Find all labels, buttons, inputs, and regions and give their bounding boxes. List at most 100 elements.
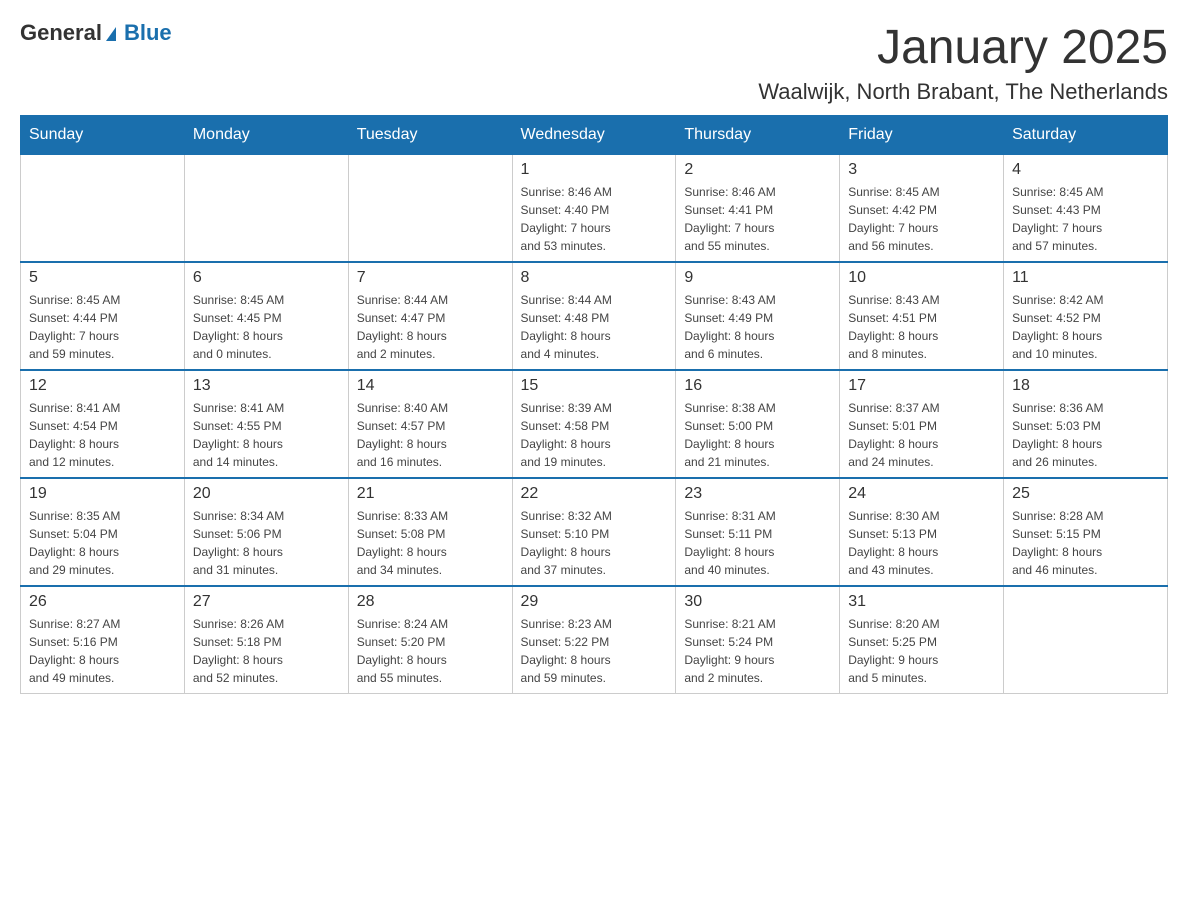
calendar-week-row: 19 Sunrise: 8:35 AM Sunset: 5:04 PM Dayli… — [21, 478, 1168, 586]
day-number: 18 — [1012, 377, 1159, 395]
weekday-header: Sunday — [21, 116, 185, 155]
calendar-cell: 21 Sunrise: 8:33 AM Sunset: 5:08 PM Dayli… — [348, 478, 512, 586]
day-info: Sunrise: 8:45 AM Sunset: 4:42 PM Dayligh… — [848, 183, 995, 255]
calendar-week-row: 26 Sunrise: 8:27 AM Sunset: 5:16 PM Dayli… — [21, 586, 1168, 694]
weekday-header: Friday — [840, 116, 1004, 155]
calendar-cell: 26 Sunrise: 8:27 AM Sunset: 5:16 PM Dayli… — [21, 586, 185, 694]
weekday-header: Thursday — [676, 116, 840, 155]
day-number: 7 — [357, 269, 504, 287]
calendar-cell: 10 Sunrise: 8:43 AM Sunset: 4:51 PM Dayli… — [840, 262, 1004, 370]
calendar-cell: 29 Sunrise: 8:23 AM Sunset: 5:22 PM Dayli… — [512, 586, 676, 694]
day-info: Sunrise: 8:45 AM Sunset: 4:44 PM Dayligh… — [29, 291, 176, 363]
day-info: Sunrise: 8:27 AM Sunset: 5:16 PM Dayligh… — [29, 615, 176, 687]
day-info: Sunrise: 8:43 AM Sunset: 4:49 PM Dayligh… — [684, 291, 831, 363]
day-info: Sunrise: 8:46 AM Sunset: 4:40 PM Dayligh… — [521, 183, 668, 255]
day-number: 29 — [521, 593, 668, 611]
calendar-cell: 20 Sunrise: 8:34 AM Sunset: 5:06 PM Dayli… — [184, 478, 348, 586]
calendar-cell — [1004, 586, 1168, 694]
calendar-week-row: 5 Sunrise: 8:45 AM Sunset: 4:44 PM Daylig… — [21, 262, 1168, 370]
day-number: 28 — [357, 593, 504, 611]
logo-blue-text: Blue — [124, 20, 172, 46]
day-info: Sunrise: 8:36 AM Sunset: 5:03 PM Dayligh… — [1012, 399, 1159, 471]
calendar-cell — [184, 155, 348, 263]
day-number: 8 — [521, 269, 668, 287]
day-number: 5 — [29, 269, 176, 287]
day-info: Sunrise: 8:35 AM Sunset: 5:04 PM Dayligh… — [29, 507, 176, 579]
calendar-week-row: 12 Sunrise: 8:41 AM Sunset: 4:54 PM Dayli… — [21, 370, 1168, 478]
calendar-cell: 6 Sunrise: 8:45 AM Sunset: 4:45 PM Daylig… — [184, 262, 348, 370]
weekday-header: Tuesday — [348, 116, 512, 155]
day-number: 14 — [357, 377, 504, 395]
day-number: 1 — [521, 161, 668, 179]
day-number: 4 — [1012, 161, 1159, 179]
day-info: Sunrise: 8:45 AM Sunset: 4:45 PM Dayligh… — [193, 291, 340, 363]
calendar-cell: 16 Sunrise: 8:38 AM Sunset: 5:00 PM Dayli… — [676, 370, 840, 478]
day-info: Sunrise: 8:39 AM Sunset: 4:58 PM Dayligh… — [521, 399, 668, 471]
day-info: Sunrise: 8:23 AM Sunset: 5:22 PM Dayligh… — [521, 615, 668, 687]
day-info: Sunrise: 8:42 AM Sunset: 4:52 PM Dayligh… — [1012, 291, 1159, 363]
calendar-cell: 25 Sunrise: 8:28 AM Sunset: 5:15 PM Dayli… — [1004, 478, 1168, 586]
calendar-cell — [21, 155, 185, 263]
calendar-cell: 14 Sunrise: 8:40 AM Sunset: 4:57 PM Dayli… — [348, 370, 512, 478]
logo-triangle-icon — [106, 27, 116, 41]
calendar-cell — [348, 155, 512, 263]
day-info: Sunrise: 8:24 AM Sunset: 5:20 PM Dayligh… — [357, 615, 504, 687]
title-section: January 2025 Waalwijk, North Brabant, Th… — [758, 20, 1168, 105]
logo: General Blue — [20, 20, 172, 46]
calendar-cell: 27Sunrise: 8:26 AM Sunset: 5:18 PM Dayli… — [184, 586, 348, 694]
calendar-cell: 9Sunrise: 8:43 AM Sunset: 4:49 PM Daylig… — [676, 262, 840, 370]
day-number: 13 — [193, 377, 340, 395]
day-number: 17 — [848, 377, 995, 395]
day-number: 23 — [684, 485, 831, 503]
calendar-cell: 8Sunrise: 8:44 AM Sunset: 4:48 PM Daylig… — [512, 262, 676, 370]
day-info: Sunrise: 8:40 AM Sunset: 4:57 PM Dayligh… — [357, 399, 504, 471]
day-info: Sunrise: 8:41 AM Sunset: 4:55 PM Dayligh… — [193, 399, 340, 471]
day-info: Sunrise: 8:38 AM Sunset: 5:00 PM Dayligh… — [684, 399, 831, 471]
day-number: 31 — [848, 593, 995, 611]
day-info: Sunrise: 8:45 AM Sunset: 4:43 PM Dayligh… — [1012, 183, 1159, 255]
calendar-cell: 5 Sunrise: 8:45 AM Sunset: 4:44 PM Daylig… — [21, 262, 185, 370]
calendar-cell: 31 Sunrise: 8:20 AM Sunset: 5:25 PM Dayli… — [840, 586, 1004, 694]
month-title: January 2025 — [758, 20, 1168, 75]
day-info: Sunrise: 8:43 AM Sunset: 4:51 PM Dayligh… — [848, 291, 995, 363]
day-number: 16 — [684, 377, 831, 395]
calendar-cell: 18 Sunrise: 8:36 AM Sunset: 5:03 PM Dayli… — [1004, 370, 1168, 478]
weekday-header: Saturday — [1004, 116, 1168, 155]
day-info: Sunrise: 8:32 AM Sunset: 5:10 PM Dayligh… — [521, 507, 668, 579]
logo-general-text: General — [20, 20, 102, 46]
calendar-cell: 3 Sunrise: 8:45 AM Sunset: 4:42 PM Daylig… — [840, 155, 1004, 263]
day-number: 25 — [1012, 485, 1159, 503]
day-info: Sunrise: 8:31 AM Sunset: 5:11 PM Dayligh… — [684, 507, 831, 579]
day-number: 26 — [29, 593, 176, 611]
day-number: 20 — [193, 485, 340, 503]
weekday-header: Monday — [184, 116, 348, 155]
day-number: 19 — [29, 485, 176, 503]
calendar-cell: 24Sunrise: 8:30 AM Sunset: 5:13 PM Dayli… — [840, 478, 1004, 586]
calendar-cell: 15 Sunrise: 8:39 AM Sunset: 4:58 PM Dayli… — [512, 370, 676, 478]
calendar-header-row: SundayMondayTuesdayWednesdayThursdayFrid… — [21, 116, 1168, 155]
weekday-header: Wednesday — [512, 116, 676, 155]
day-number: 6 — [193, 269, 340, 287]
calendar-cell: 1 Sunrise: 8:46 AM Sunset: 4:40 PM Daylig… — [512, 155, 676, 263]
day-info: Sunrise: 8:33 AM Sunset: 5:08 PM Dayligh… — [357, 507, 504, 579]
calendar-cell: 12 Sunrise: 8:41 AM Sunset: 4:54 PM Dayli… — [21, 370, 185, 478]
day-number: 11 — [1012, 269, 1159, 287]
day-info: Sunrise: 8:21 AM Sunset: 5:24 PM Dayligh… — [684, 615, 831, 687]
day-info: Sunrise: 8:41 AM Sunset: 4:54 PM Dayligh… — [29, 399, 176, 471]
calendar-cell: 30Sunrise: 8:21 AM Sunset: 5:24 PM Dayli… — [676, 586, 840, 694]
day-info: Sunrise: 8:28 AM Sunset: 5:15 PM Dayligh… — [1012, 507, 1159, 579]
day-number: 10 — [848, 269, 995, 287]
day-info: Sunrise: 8:37 AM Sunset: 5:01 PM Dayligh… — [848, 399, 995, 471]
day-info: Sunrise: 8:20 AM Sunset: 5:25 PM Dayligh… — [848, 615, 995, 687]
day-number: 3 — [848, 161, 995, 179]
day-number: 12 — [29, 377, 176, 395]
calendar-cell: 4 Sunrise: 8:45 AM Sunset: 4:43 PM Daylig… — [1004, 155, 1168, 263]
calendar-cell: 2Sunrise: 8:46 AM Sunset: 4:41 PM Daylig… — [676, 155, 840, 263]
day-number: 15 — [521, 377, 668, 395]
day-number: 21 — [357, 485, 504, 503]
calendar-cell: 17 Sunrise: 8:37 AM Sunset: 5:01 PM Dayli… — [840, 370, 1004, 478]
day-info: Sunrise: 8:46 AM Sunset: 4:41 PM Dayligh… — [684, 183, 831, 255]
day-info: Sunrise: 8:34 AM Sunset: 5:06 PM Dayligh… — [193, 507, 340, 579]
calendar-cell: 19 Sunrise: 8:35 AM Sunset: 5:04 PM Dayli… — [21, 478, 185, 586]
calendar-cell: 13 Sunrise: 8:41 AM Sunset: 4:55 PM Dayli… — [184, 370, 348, 478]
